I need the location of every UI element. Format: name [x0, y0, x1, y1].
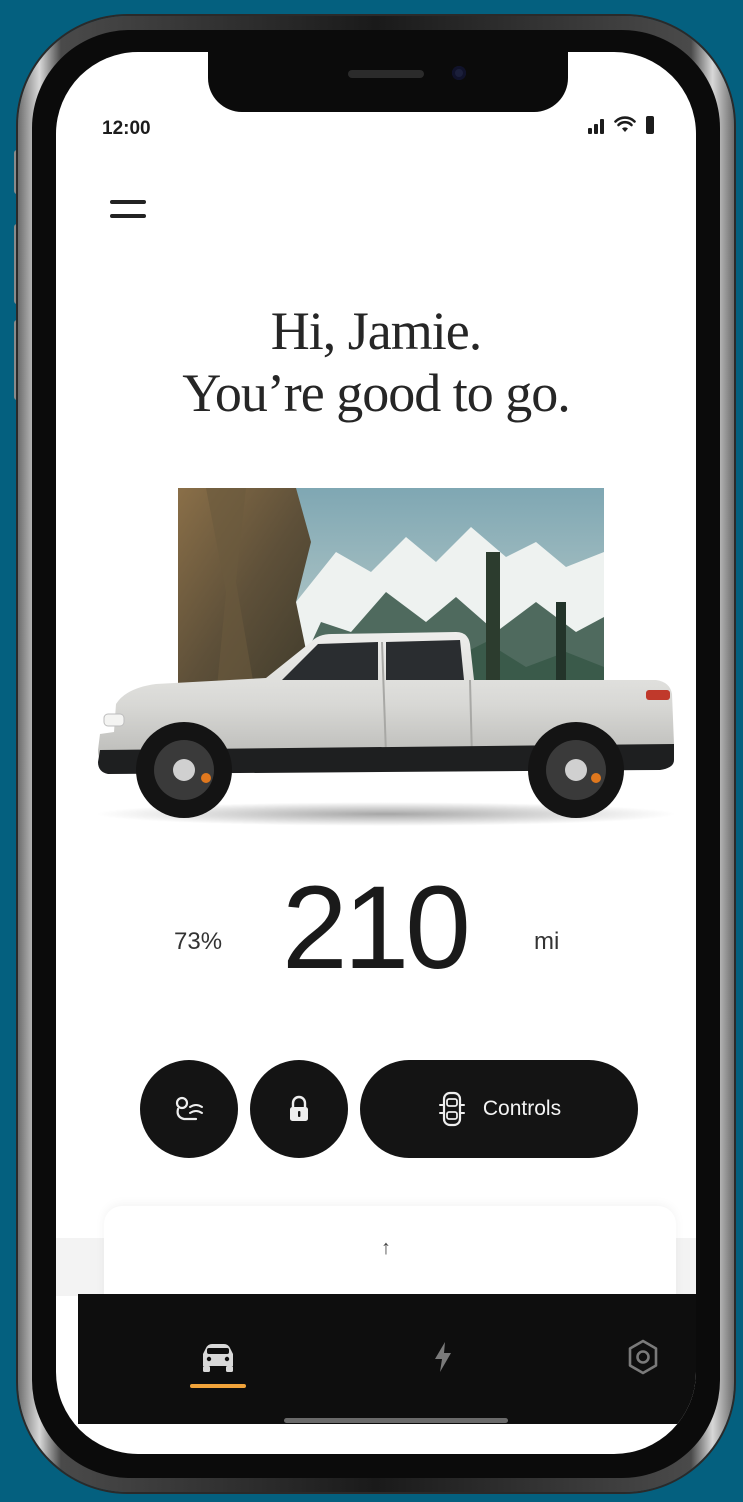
car-icon: [203, 1344, 233, 1372]
lock-icon: [290, 1095, 308, 1121]
controls-button[interactable]: Controls: [360, 1060, 638, 1158]
app-screen: 12:00 Hi, Jamie. You’re good to go. 73% …: [56, 52, 696, 1454]
menu-icon[interactable]: [110, 200, 146, 222]
camera-icon: [452, 66, 466, 80]
speaker-grille: [348, 70, 424, 78]
battery-icon: [646, 116, 654, 134]
settings-icon: [628, 1339, 658, 1375]
vehicle-hero-image: [96, 488, 676, 826]
status-time: 12:00: [102, 118, 151, 139]
range-unit: mi: [534, 928, 560, 955]
wifi-icon: [614, 116, 636, 132]
greeting-line1: Hi, Jamie.: [270, 301, 482, 361]
range-value: 210: [282, 862, 471, 994]
tab-settings[interactable]: [608, 1322, 678, 1392]
home-indicator[interactable]: [284, 1418, 508, 1423]
lock-button[interactable]: [250, 1060, 348, 1158]
greeting-heading: Hi, Jamie. You’re good to go.: [56, 300, 696, 424]
signal-icon: [588, 118, 604, 134]
phone-notch: [208, 52, 568, 112]
status-icons: [588, 116, 654, 134]
controls-button-label: Controls: [482, 1097, 562, 1120]
climate-icon: [175, 1096, 203, 1121]
tab-charging[interactable]: [408, 1322, 478, 1392]
climate-button[interactable]: [140, 1060, 238, 1158]
arrow-up-icon[interactable]: ↑: [381, 1237, 391, 1260]
vehicle-controls-icon: [438, 1091, 465, 1127]
battery-percent: 73%: [174, 928, 223, 955]
active-tab-indicator: [190, 1384, 246, 1388]
tab-vehicle[interactable]: [183, 1322, 253, 1392]
charge-icon: [435, 1342, 451, 1372]
bottom-tab-bar: [78, 1294, 696, 1424]
greeting-line2: You’re good to go.: [182, 363, 571, 423]
